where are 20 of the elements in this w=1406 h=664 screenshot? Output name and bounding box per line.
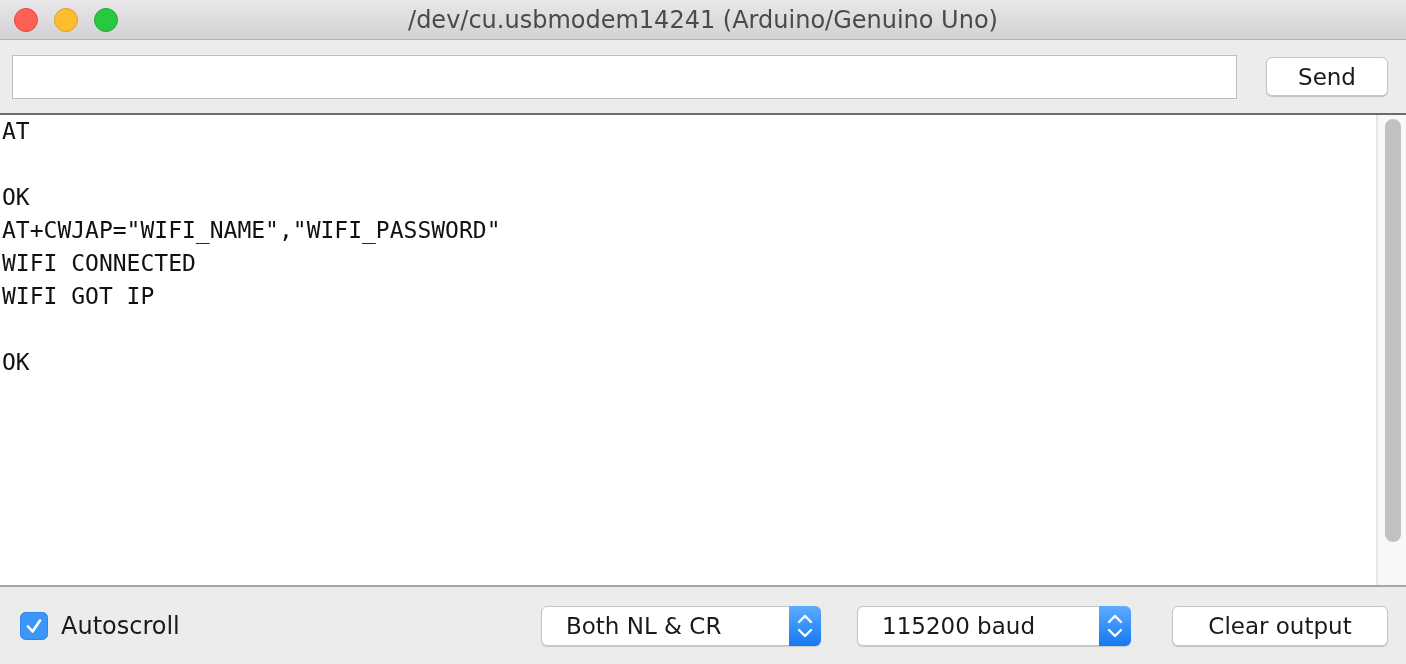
window-close-button[interactable] [14, 7, 38, 32]
output-line: OK [2, 348, 30, 377]
autoscroll-checkbox[interactable] [20, 611, 48, 640]
output-line: AT [2, 117, 30, 146]
send-button[interactable]: Send [1266, 57, 1388, 96]
line-ending-dropdown[interactable]: Both NL & CR [541, 605, 821, 646]
up-down-arrows-icon [789, 605, 821, 646]
baud-rate-dropdown[interactable]: 115200 baud [857, 605, 1131, 646]
clear-output-button[interactable]: Clear output [1172, 605, 1388, 646]
output-line: WIFI CONNECTED [2, 249, 196, 278]
serial-input-field[interactable] [12, 54, 1237, 99]
output-line: OK [2, 183, 30, 212]
output-line: AT+CWJAP="WIFI_NAME","WIFI_PASSWORD" [2, 216, 501, 246]
autoscroll-label[interactable]: Autoscroll [61, 611, 180, 640]
window-title: /dev/cu.usbmodem14241 (Arduino/Genuino Uno) [408, 5, 998, 34]
up-down-arrows-icon [1099, 605, 1131, 646]
output-line: WIFI GOT IP [2, 282, 155, 311]
window-minimize-button[interactable] [54, 7, 78, 32]
window-zoom-button[interactable] [94, 7, 118, 32]
scrollbar-thumb[interactable] [1385, 119, 1401, 542]
